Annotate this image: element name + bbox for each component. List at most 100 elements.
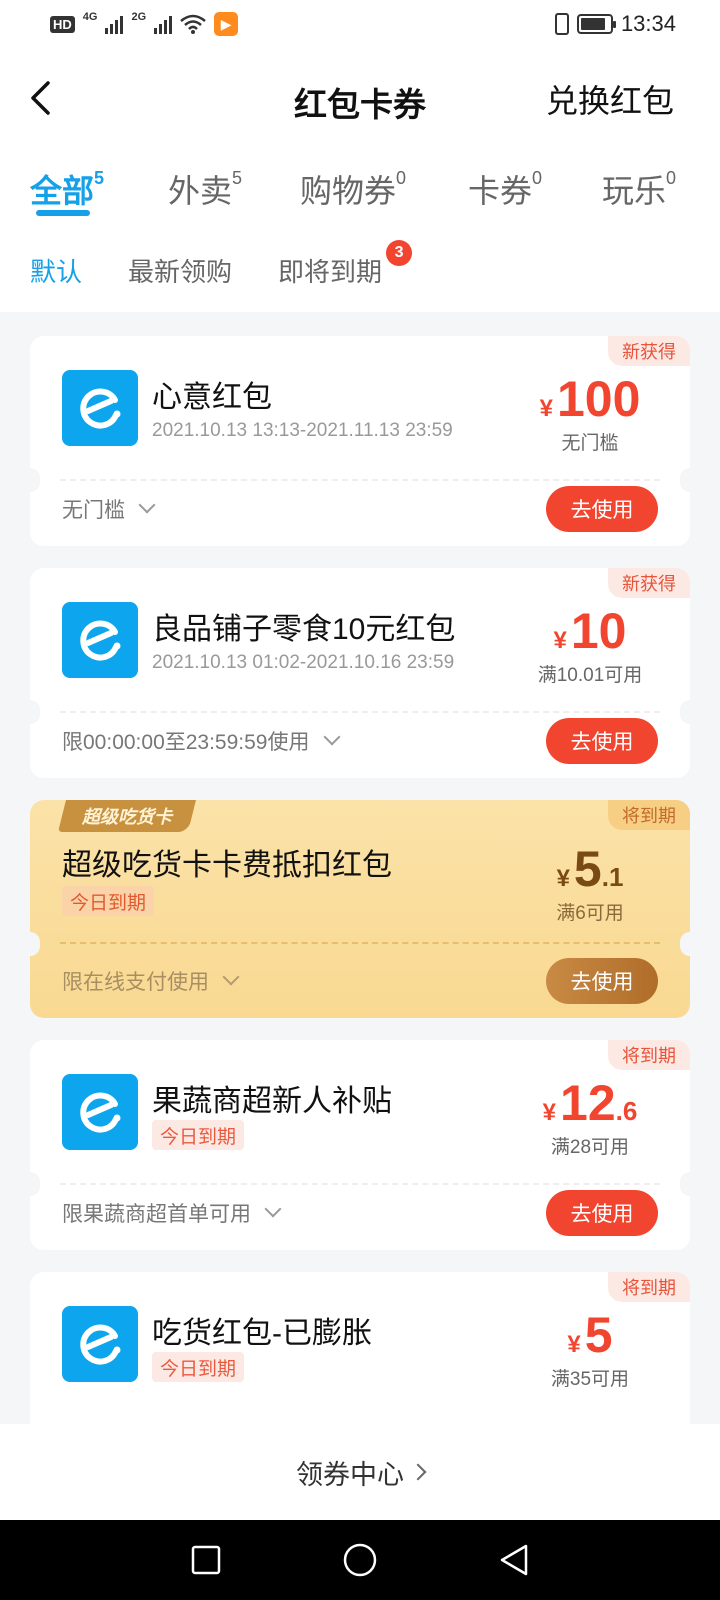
- amount-int: 5: [573, 841, 602, 897]
- home-icon[interactable]: [342, 1542, 378, 1578]
- sort-default[interactable]: 默认: [30, 252, 82, 289]
- chevron-down-icon: [264, 1200, 282, 1218]
- category-tabs: 全部5 外卖5 购物券0 卡券0 玩乐0: [0, 148, 720, 228]
- coupon-center-link[interactable]: 领券中心: [0, 1424, 720, 1520]
- amount-dec: .6: [615, 1096, 638, 1126]
- expire-tag: 今日到期: [152, 1120, 245, 1150]
- sort-newest[interactable]: 最新领购: [128, 252, 232, 289]
- coupon-list[interactable]: 新获得 心意红包 2021.10.13 13:13-2021.11.13 23:…: [0, 312, 720, 1424]
- coupon-rule: 限00:00:00至23:59:59使用: [62, 731, 310, 754]
- hd-icon: HD: [50, 15, 75, 33]
- divider: [60, 1183, 660, 1185]
- expire-tag: 今日到期: [152, 1352, 245, 1382]
- notch: [20, 468, 40, 492]
- eleme-logo-icon: [62, 602, 138, 678]
- divider: [60, 942, 660, 944]
- amount-dec: .1: [601, 862, 624, 892]
- status-bar: HD 4G 2G ▶ 13:34: [0, 0, 720, 48]
- coupon-name: 吃货红包-已膨胀: [152, 1317, 372, 1350]
- notch: [20, 932, 40, 956]
- back-nav-icon[interactable]: [498, 1543, 530, 1577]
- amount-int: 100: [556, 371, 641, 427]
- coupon-name: 心意红包: [152, 381, 272, 414]
- chevron-right-icon: [409, 1463, 427, 1481]
- sort-bar: 默认 最新领购 即将到期 3: [0, 228, 720, 312]
- coupon-rule-toggle[interactable]: 限在线支付使用: [62, 966, 240, 996]
- coupon-condition: 满6可用: [556, 903, 624, 924]
- currency: ¥: [539, 395, 553, 422]
- coupon-condition: 满35可用: [550, 1369, 630, 1390]
- corner-tag: 新获得: [608, 568, 690, 598]
- coupon-validity: 2021.10.13 13:13-2021.11.13 23:59: [152, 420, 453, 441]
- coupon-center-label: 领券中心: [296, 1459, 404, 1490]
- tab-count: 5: [94, 168, 105, 189]
- use-button[interactable]: 去使用: [546, 486, 658, 532]
- coupon-rule-toggle[interactable]: 无门槛: [62, 494, 156, 524]
- coupon-validity: 2021.10.13 01:02-2021.10.16 23:59: [152, 652, 455, 673]
- tab-label: 外卖: [168, 173, 233, 209]
- signal-icon: [105, 14, 124, 34]
- battery-fill: [580, 18, 605, 30]
- divider: [60, 711, 660, 713]
- coupon-rule-toggle[interactable]: 限00:00:00至23:59:59使用: [62, 726, 340, 756]
- use-button[interactable]: 去使用: [546, 1190, 658, 1236]
- clock: 13:34: [620, 11, 676, 36]
- wifi-icon: [180, 14, 206, 34]
- header: 红包卡券 兑换红包: [0, 48, 720, 148]
- notch: [680, 1172, 700, 1196]
- coupon-condition: 满28可用: [550, 1137, 630, 1158]
- chevron-down-icon: [323, 728, 340, 746]
- notch: [680, 932, 700, 956]
- coupon-rule: 限果蔬商超首单可用: [62, 1203, 251, 1226]
- network-type-1: 4G: [82, 11, 98, 23]
- tab-label: 购物券: [300, 173, 397, 209]
- corner-tag: 将到期: [608, 1040, 690, 1070]
- signal-icon-2: [154, 14, 173, 34]
- coupon-condition: 满10.01可用: [537, 665, 643, 686]
- tab-count: 5: [232, 168, 243, 189]
- tab-count: 0: [666, 168, 677, 189]
- tab-label: 全部: [30, 173, 95, 209]
- network-type-2: 2G: [131, 11, 147, 23]
- coupon-price: ¥12.6 满28可用: [530, 1076, 650, 1159]
- recent-apps-icon[interactable]: [190, 1544, 222, 1576]
- status-right: 13:34: [554, 11, 676, 37]
- expiring-count-badge: 3: [386, 239, 413, 266]
- coupon-rule: 限在线支付使用: [62, 971, 209, 994]
- use-button[interactable]: 去使用: [546, 958, 658, 1004]
- corner-tag: 将到期: [608, 800, 690, 830]
- coupon-price: ¥100 无门槛: [530, 372, 650, 455]
- notch: [680, 700, 700, 724]
- currency: ¥: [553, 627, 567, 654]
- tab-cards[interactable]: 卡券0: [468, 148, 602, 228]
- tab-all[interactable]: 全部5: [30, 148, 168, 228]
- coupon-rule-toggle[interactable]: 限果蔬商超首单可用: [62, 1198, 282, 1228]
- tab-takeout[interactable]: 外卖5: [168, 148, 300, 228]
- eleme-logo-icon: [62, 370, 138, 446]
- coupon-card: 将到期 吃货红包-已膨胀 今日到期 ¥5 满35可用: [30, 1272, 690, 1424]
- tab-shopping[interactable]: 购物券0: [300, 148, 468, 228]
- tab-fun[interactable]: 玩乐0: [602, 148, 692, 228]
- amount-int: 5: [584, 1307, 613, 1363]
- sort-expiring[interactable]: 即将到期 3: [278, 239, 413, 289]
- coupon-card: 将到期 果蔬商超新人补贴 今日到期 ¥12.6 满28可用 限果蔬商超首单可用 …: [20, 1040, 700, 1250]
- currency: ¥: [556, 865, 570, 892]
- tab-label: 玩乐: [602, 173, 667, 209]
- corner-tag: 新获得: [608, 336, 690, 366]
- amount-int: 10: [570, 603, 627, 659]
- tab-count: 0: [396, 168, 407, 189]
- exchange-red-packet-button[interactable]: 兑换红包: [546, 76, 674, 122]
- use-button[interactable]: 去使用: [546, 718, 658, 764]
- amount-int: 12: [560, 1075, 616, 1131]
- coupon-card: 新获得 良品铺子零食10元红包 2021.10.13 01:02-2021.10…: [20, 568, 700, 778]
- tab-count: 0: [532, 168, 543, 189]
- coupon-name: 超级吃货卡卡费抵扣红包: [62, 849, 392, 882]
- chevron-down-icon: [222, 968, 240, 986]
- corner-tag: 将到期: [608, 1272, 690, 1302]
- coupon-price: ¥5 满35可用: [530, 1308, 650, 1391]
- coupon-name: 良品铺子零食10元红包: [152, 613, 456, 646]
- sort-expiring-label: 即将到期: [278, 256, 383, 287]
- coupon-name: 果蔬商超新人补贴: [152, 1085, 392, 1118]
- chevron-down-icon: [138, 496, 156, 514]
- expire-tag: 今日到期: [62, 886, 155, 916]
